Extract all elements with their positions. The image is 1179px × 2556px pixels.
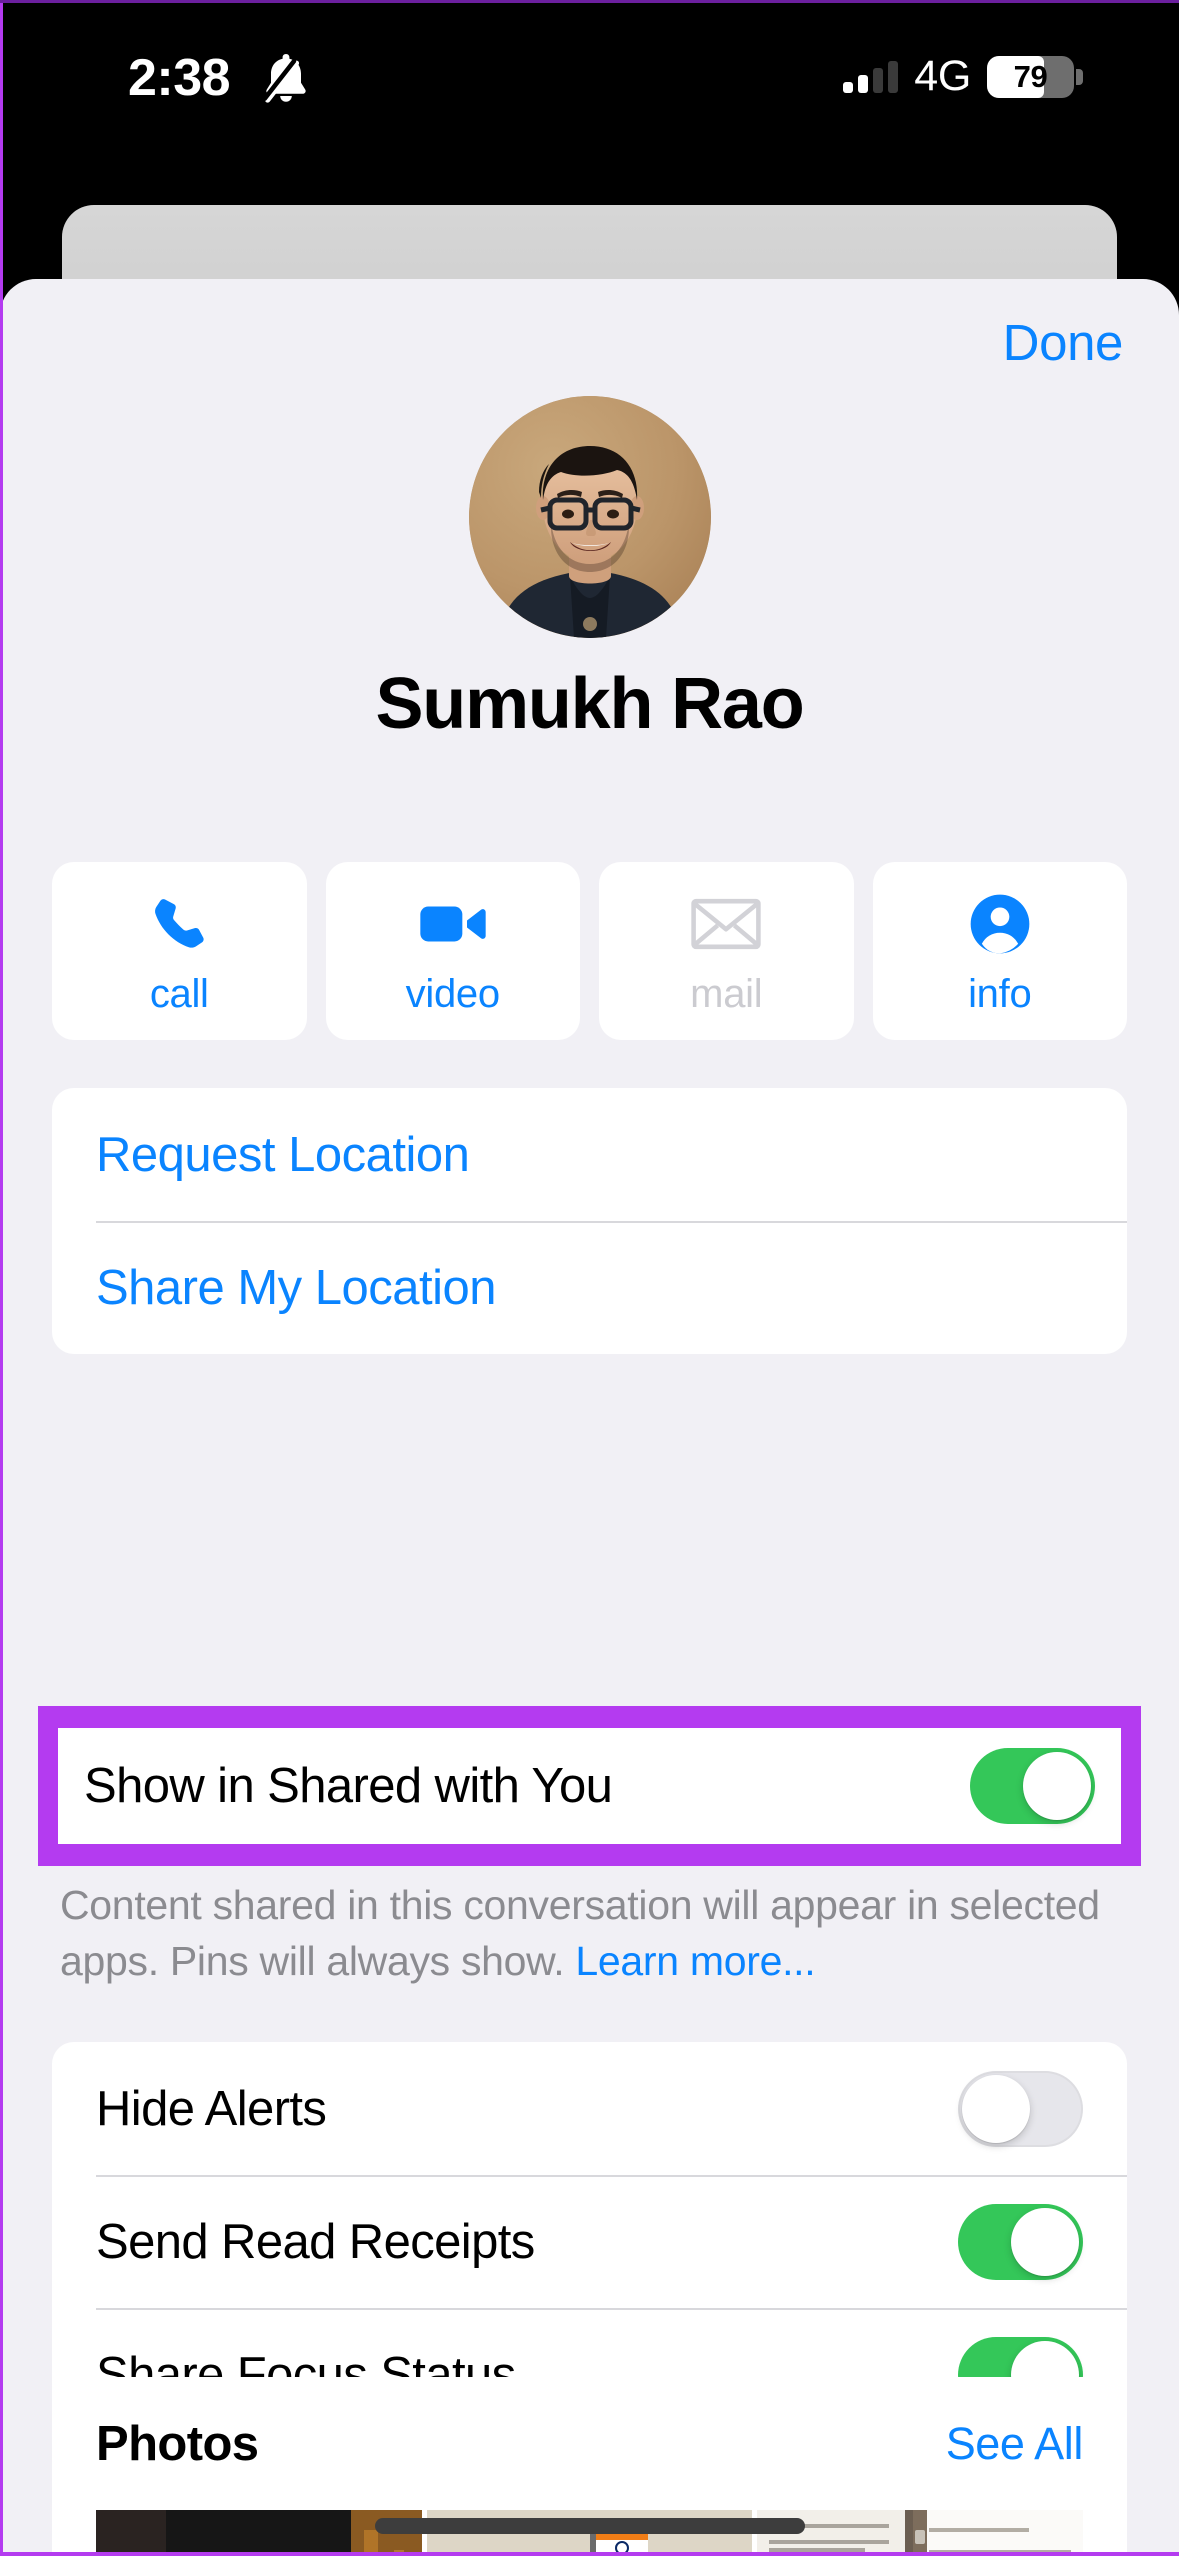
screenshot-border-top (0, 0, 1179, 3)
battery-icon: 79 (987, 55, 1083, 98)
send-read-receipts-row[interactable]: Send Read Receipts (52, 2175, 1127, 2308)
photo-thumbnail-family-group-with-car[interactable] (96, 2510, 422, 2556)
status-indicators: 4G 79 (843, 52, 1083, 101)
contact-header: Sumukh Rao (0, 396, 1179, 744)
photo-thumbnail-laptop-document-screen[interactable] (757, 2510, 1084, 2556)
contact-details-sheet: Done Sumukh Rao call video mail info Req… (0, 279, 1179, 2556)
done-button[interactable]: Done (1003, 313, 1124, 372)
info-button-label: info (968, 971, 1032, 1016)
share-my-location-row[interactable]: Share My Location (52, 1221, 1127, 1354)
shared-with-you-highlight-box: Show in Shared with You (38, 1706, 1141, 1866)
share-my-location-label: Share My Location (96, 1260, 497, 1315)
photos-title: Photos (96, 2416, 259, 2471)
hide-alerts-toggle[interactable] (958, 2070, 1083, 2147)
hide-alerts-label: Hide Alerts (96, 2081, 327, 2136)
send-read-receipts-toggle[interactable] (958, 2203, 1083, 2280)
home-indicator[interactable] (374, 2518, 805, 2534)
request-location-label: Request Location (96, 1127, 470, 1182)
mail-button: mail (599, 862, 854, 1040)
laptop-document-screen-photo (757, 2510, 1084, 2556)
info-button[interactable]: info (872, 862, 1127, 1040)
screenshot-border-left (0, 0, 3, 2556)
video-camera-icon (418, 886, 488, 962)
shared-with-you-footnote: Content shared in this conversation will… (60, 1877, 1130, 1989)
call-button-label: call (149, 971, 209, 1016)
hide-alerts-row[interactable]: Hide Alerts (52, 2042, 1127, 2175)
envelope-icon (690, 886, 762, 962)
status-bar: 2:38 4G 79 (0, 0, 1179, 178)
avatar[interactable] (468, 396, 711, 638)
cellular-signal-icon (843, 60, 899, 93)
photos-see-all-link[interactable]: See All (946, 2418, 1084, 2470)
location-card: Request Location Share My Location (52, 1088, 1127, 1354)
person-circle-icon (968, 886, 1032, 962)
screenshot-border-bottom (0, 2552, 1179, 2556)
learn-more-link[interactable]: Learn more... (575, 1938, 815, 1984)
call-button[interactable]: call (52, 862, 307, 1040)
family-group-with-car-photo (96, 2510, 422, 2556)
request-location-row[interactable]: Request Location (52, 1088, 1127, 1221)
photos-header: Photos See All (52, 2377, 1127, 2510)
bell-slash-icon (262, 54, 306, 103)
network-type-label: 4G (914, 52, 971, 100)
mail-button-label: mail (690, 971, 763, 1016)
show-in-shared-with-you-toggle[interactable] (970, 1748, 1095, 1824)
show-in-shared-with-you-label: Show in Shared with You (84, 1759, 613, 1813)
video-button-label: video (405, 971, 500, 1016)
battery-percent-label: 79 (1013, 58, 1048, 94)
send-read-receipts-label: Send Read Receipts (96, 2214, 535, 2269)
contact-name: Sumukh Rao (375, 664, 804, 744)
phone-icon (148, 886, 210, 962)
phone-screen: 2:38 4G 79 Done Sumukh Rao call video ma… (0, 0, 1179, 2556)
video-button[interactable]: video (325, 862, 580, 1040)
quick-actions-row: call video mail info (52, 862, 1127, 1040)
avatar-image (468, 396, 711, 638)
show-in-shared-with-you-row[interactable]: Show in Shared with You (58, 1728, 1121, 1844)
status-time: 2:38 (128, 49, 231, 107)
